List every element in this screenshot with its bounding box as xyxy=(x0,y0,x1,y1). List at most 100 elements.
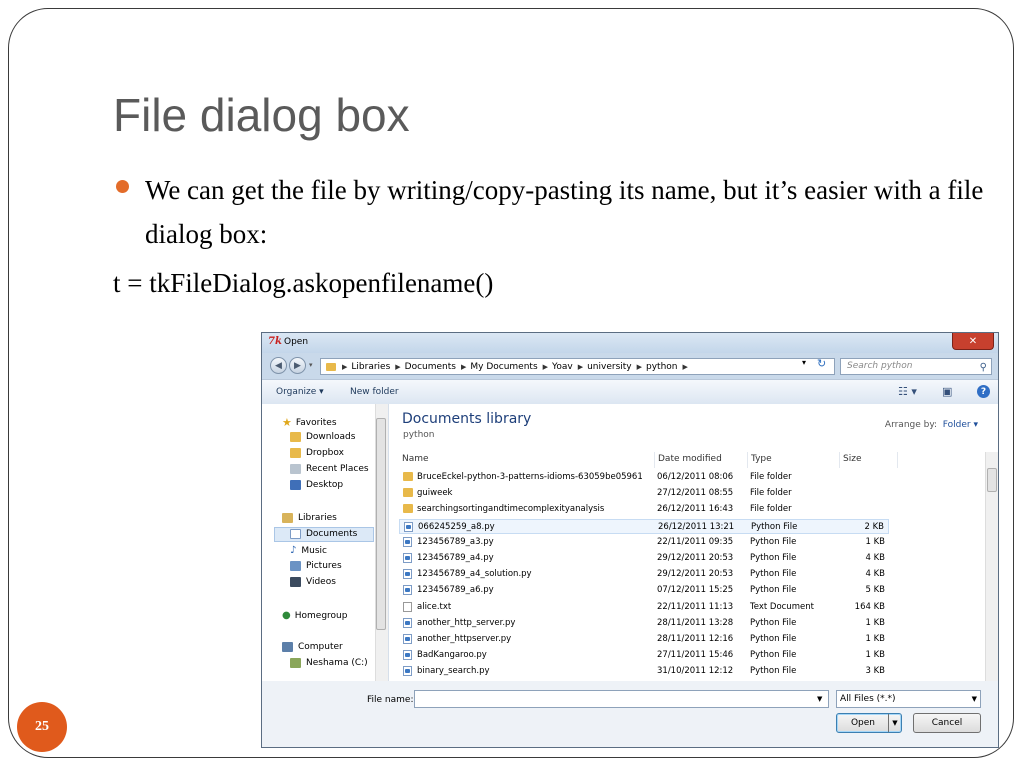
file-date-cell: 29/12/2011 20:53 xyxy=(657,569,734,580)
folder-icon xyxy=(403,488,413,498)
chevron-right-icon[interactable]: ▶ xyxy=(578,363,583,371)
nav-videos-label: Videos xyxy=(306,577,336,587)
file-row[interactable]: 123456789_a4.py 29/12/2011 20:53 Python Fi… xyxy=(399,551,889,566)
open-button[interactable]: Open ▼ xyxy=(836,713,902,733)
column-header-name[interactable]: Name xyxy=(399,452,655,468)
libraries-icon xyxy=(282,513,293,523)
file-row[interactable]: searchingsortingandtimecomplexityanalysi… xyxy=(399,502,889,517)
nav-dropbox[interactable]: Dropbox xyxy=(290,448,344,458)
file-row[interactable]: BruceEckel-python-3-patterns-idioms-6305… xyxy=(399,470,889,485)
column-header-date[interactable]: Date modified xyxy=(655,452,748,468)
view-options-icon[interactable]: ☷ ▾ xyxy=(898,385,917,398)
file-row[interactable]: guiweek 27/12/2011 08:55 File folder xyxy=(399,486,889,501)
folder-icon xyxy=(403,504,413,514)
python-file-icon xyxy=(403,617,412,628)
file-name-cell: alice.txt xyxy=(417,601,452,612)
breadcrumb-item[interactable]: Documents xyxy=(405,362,456,372)
address-dropdown-icon[interactable]: ▾ xyxy=(802,358,806,367)
help-icon[interactable]: ? xyxy=(977,385,990,398)
nav-homegroup-label: Homegroup xyxy=(294,610,348,621)
breadcrumb-item[interactable]: university xyxy=(587,362,632,372)
python-file-icon xyxy=(403,585,412,596)
nav-drive-c[interactable]: Neshama (C:) xyxy=(290,658,368,668)
file-size-cell: 3 KB xyxy=(865,666,885,677)
file-date-cell: 27/12/2011 08:55 xyxy=(657,488,734,499)
chevron-right-icon[interactable]: ▶ xyxy=(683,363,688,371)
nav-desktop[interactable]: Desktop xyxy=(290,480,343,490)
cancel-button[interactable]: Cancel xyxy=(913,713,981,733)
file-name-dropdown-icon[interactable]: ▼ xyxy=(817,695,822,703)
nav-recent-places[interactable]: Recent Places xyxy=(290,464,369,474)
file-list-scrollbar-thumb[interactable] xyxy=(987,468,997,492)
arrange-label: Arrange by: xyxy=(884,420,938,430)
open-button-label: Open xyxy=(850,718,876,728)
file-type-cell: Python File xyxy=(750,666,797,677)
breadcrumb-item[interactable]: Libraries xyxy=(351,362,390,372)
address-bar[interactable]: ▶ Libraries ▶ Documents ▶ My Documents ▶ Yoav ▶… xyxy=(320,358,835,375)
file-row[interactable]: 123456789_a6.py 07/12/2011 15:25 Python Fi… xyxy=(399,583,889,598)
file-row[interactable]: 123456789_a3.py 22/11/2011 09:35 Python Fi… xyxy=(399,535,889,550)
refresh-icon[interactable]: ↻ xyxy=(817,357,826,370)
breadcrumb-item[interactable]: python xyxy=(646,362,677,372)
chevron-right-icon[interactable]: ▶ xyxy=(461,363,466,371)
file-type-cell: Python File xyxy=(750,536,797,547)
nav-computer[interactable]: Computer xyxy=(282,642,343,652)
file-date-cell: 31/10/2011 12:12 xyxy=(657,666,734,677)
recent-places-icon xyxy=(290,464,301,474)
nav-pictures[interactable]: Pictures xyxy=(290,561,342,571)
file-row[interactable]: 066245259_a8.py 26/12/2011 13:21 Python Fi… xyxy=(399,518,889,534)
file-row[interactable]: alice.txt 22/11/2011 11:13 Text Document 16… xyxy=(399,600,889,615)
chevron-right-icon[interactable]: ▶ xyxy=(395,363,400,371)
nav-dropbox-label: Dropbox xyxy=(306,448,344,458)
nav-favorites[interactable]: ★ Favorites xyxy=(282,416,337,429)
organize-button[interactable]: Organize ▾ xyxy=(276,387,324,397)
nav-videos[interactable]: Videos xyxy=(290,577,336,587)
python-file-icon xyxy=(403,536,412,547)
close-button[interactable]: ✕ xyxy=(952,333,994,350)
arrange-by[interactable]: Arrange by: Folder ▾ xyxy=(885,420,978,430)
arrange-value[interactable]: Folder ▾ xyxy=(943,420,978,430)
file-type-filter[interactable]: All Files (*.*) ▼ xyxy=(836,690,981,708)
file-name-cell: 123456789_a4_solution.py xyxy=(417,569,532,580)
chevron-right-icon[interactable]: ▶ xyxy=(543,363,548,371)
file-size-cell: 1 KB xyxy=(865,536,885,547)
chevron-right-icon[interactable]: ▶ xyxy=(637,363,642,371)
file-size-cell: 1 KB xyxy=(865,617,885,628)
file-name-cell: another_http_server.py xyxy=(417,617,516,628)
file-row[interactable]: binary_search.py 31/10/2011 12:12 Python F… xyxy=(399,664,889,679)
column-header-size[interactable]: Size xyxy=(840,452,898,468)
file-date-cell: 28/11/2011 12:16 xyxy=(657,634,734,644)
back-button[interactable]: ◀ xyxy=(270,357,287,374)
file-row[interactable]: BadKangaroo.py 27/11/2011 15:46 Python Fil… xyxy=(399,648,889,663)
python-file-icon xyxy=(403,553,412,563)
new-folder-button[interactable]: New folder xyxy=(350,387,399,397)
file-type-cell: File folder xyxy=(750,504,792,515)
nav-scrollbar-thumb[interactable] xyxy=(376,418,386,630)
forward-button[interactable]: ▶ xyxy=(289,357,306,374)
file-type-cell: Python File xyxy=(750,569,797,580)
file-size-cell: 4 KB xyxy=(865,569,885,580)
column-header-type[interactable]: Type xyxy=(748,452,840,468)
preview-pane-icon[interactable]: ▣ xyxy=(942,385,952,398)
file-name-input[interactable] xyxy=(414,690,829,708)
downloads-folder-icon xyxy=(290,432,301,442)
open-options-dropdown-icon[interactable]: ▼ xyxy=(888,714,901,732)
nav-downloads[interactable]: Downloads xyxy=(290,432,355,442)
file-name-cell: BadKangaroo.py xyxy=(417,650,487,661)
library-title: Documents library xyxy=(402,411,532,427)
file-row[interactable]: 123456789_a4_solution.py 29/12/2011 20:53… xyxy=(399,567,889,582)
nav-music[interactable]: ♪ Music xyxy=(290,545,327,556)
search-input[interactable]: Search python ⚲ xyxy=(840,358,992,375)
file-date-cell: 26/12/2011 16:43 xyxy=(657,504,734,515)
breadcrumb-item[interactable]: My Documents xyxy=(470,362,537,372)
nav-homegroup[interactable]: ● Homegroup xyxy=(282,610,347,621)
search-icon[interactable]: ⚲ xyxy=(980,360,987,375)
breadcrumb-item[interactable]: Yoav xyxy=(552,362,573,372)
nav-documents[interactable]: Documents xyxy=(290,529,357,539)
file-row[interactable]: another_httpserver.py 28/11/2011 12:16 Pyt… xyxy=(399,632,889,647)
python-file-icon xyxy=(403,650,412,661)
desktop-icon xyxy=(290,480,301,490)
file-row[interactable]: another_http_server.py 28/11/2011 13:28 Py… xyxy=(399,616,889,631)
nav-libraries[interactable]: Libraries xyxy=(282,513,337,523)
recent-pages-dropdown-icon[interactable]: ▾ xyxy=(309,361,313,369)
